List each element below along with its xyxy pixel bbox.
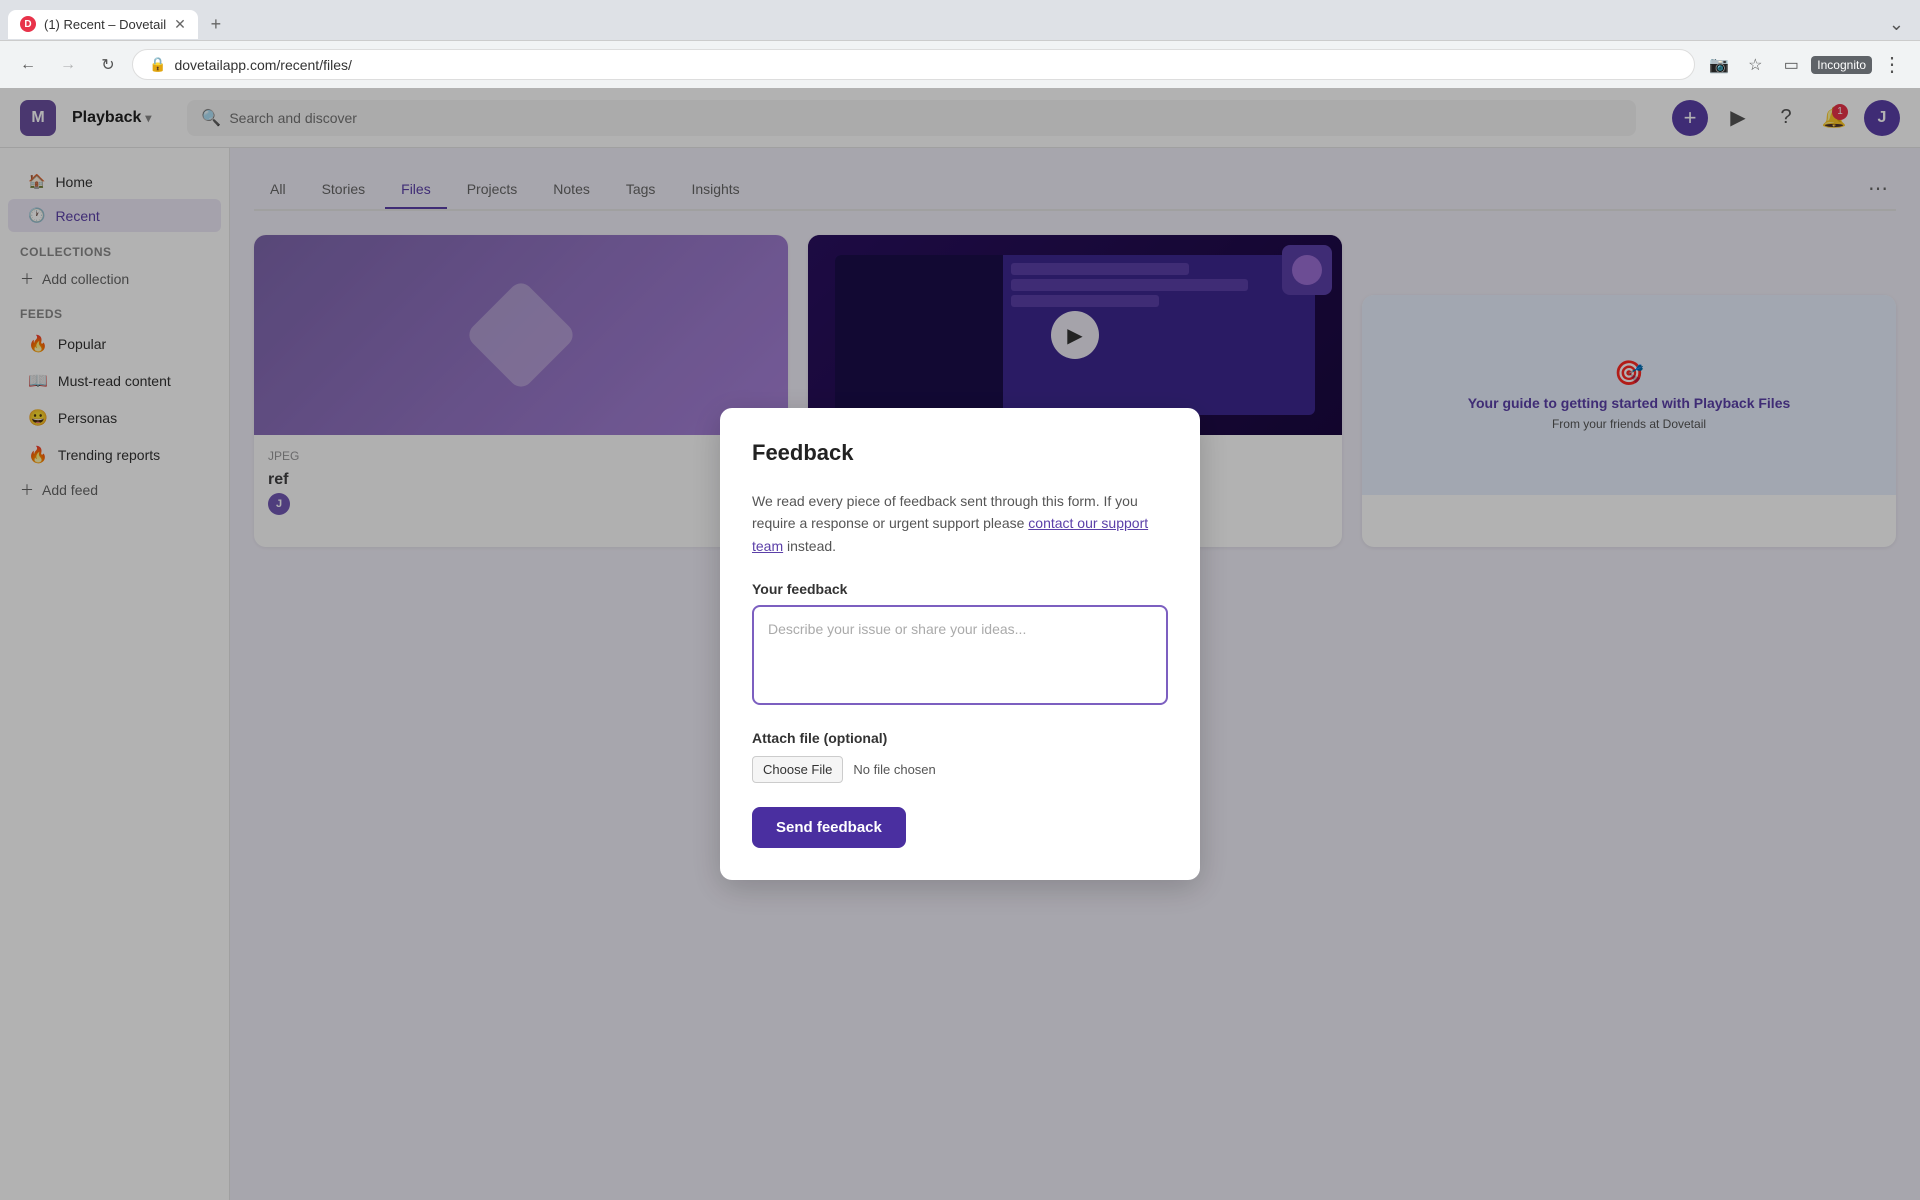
address-bar[interactable]: 🔒 dovetailapp.com/recent/files/ — [132, 49, 1695, 80]
attach-section: Attach file (optional) Choose File No fi… — [752, 730, 1168, 783]
browser-tab[interactable]: D (1) Recent – Dovetail ✕ — [8, 10, 198, 39]
browser-menu-icon[interactable]: ⋮ — [1876, 49, 1908, 81]
back-button[interactable]: ← — [12, 49, 44, 81]
attach-label: Attach file (optional) — [752, 730, 1168, 746]
your-feedback-label: Your feedback — [752, 581, 1168, 597]
modal-description: We read every piece of feedback sent thr… — [752, 490, 1168, 557]
browser-actions: 📷 ☆ ▭ Incognito ⋮ — [1703, 49, 1908, 81]
reload-button[interactable]: ↻ — [92, 49, 124, 81]
forward-button[interactable]: → — [52, 49, 84, 81]
browser-toolbar: ← → ↻ 🔒 dovetailapp.com/recent/files/ 📷 … — [0, 40, 1920, 88]
tab-bar: D (1) Recent – Dovetail ✕ + ⌄ — [0, 0, 1920, 40]
modal-title: Feedback — [752, 440, 1168, 466]
no-file-text: No file chosen — [853, 762, 935, 777]
send-feedback-button[interactable]: Send feedback — [752, 807, 906, 848]
url-text: dovetailapp.com/recent/files/ — [174, 57, 351, 73]
modal-overlay: Feedback We read every piece of feedback… — [0, 88, 1920, 1200]
file-input-row: Choose File No file chosen — [752, 756, 1168, 783]
sidebar-toggle-icon[interactable]: ▭ — [1775, 49, 1807, 81]
new-tab-button[interactable]: + — [202, 10, 230, 38]
tab-menu-icon[interactable]: ⌄ — [1881, 10, 1912, 39]
browser-chrome: D (1) Recent – Dovetail ✕ + ⌄ ← → ↻ 🔒 do… — [0, 0, 1920, 88]
star-icon[interactable]: ☆ — [1739, 49, 1771, 81]
tab-title: (1) Recent – Dovetail — [44, 17, 166, 32]
tab-close-icon[interactable]: ✕ — [174, 16, 186, 33]
feedback-modal: Feedback We read every piece of feedback… — [720, 408, 1200, 880]
incognito-badge: Incognito — [1811, 56, 1872, 74]
tab-favicon: D — [20, 16, 36, 32]
choose-file-button[interactable]: Choose File — [752, 756, 843, 783]
camera-icon[interactable]: 📷 — [1703, 49, 1735, 81]
lock-icon: 🔒 — [149, 56, 166, 73]
feedback-textarea[interactable] — [752, 605, 1168, 705]
modal-description-end: instead. — [787, 538, 836, 554]
